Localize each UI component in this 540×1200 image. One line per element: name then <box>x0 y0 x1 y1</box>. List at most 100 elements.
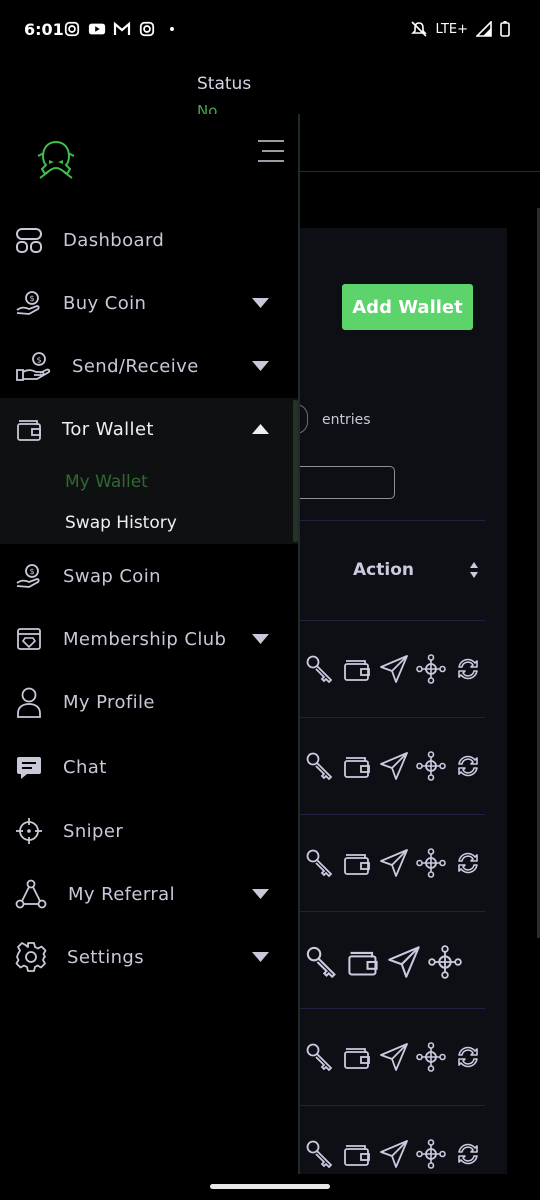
submenu-item-swap-history[interactable]: Swap History <box>65 513 177 533</box>
referral-icon <box>15 879 47 909</box>
table-divider <box>300 717 485 718</box>
menu-item-my-referral[interactable]: My Referral <box>0 867 298 921</box>
navigation-bar <box>0 1174 540 1200</box>
table-divider <box>300 1105 485 1106</box>
submenu-item-my-wallet[interactable]: My Wallet <box>65 472 148 492</box>
dot-icon <box>170 27 174 31</box>
svg-text:$: $ <box>30 567 35 576</box>
swap-coin-icon: $ <box>16 564 40 588</box>
menu-item-send-receive[interactable]: $ Send/Receive <box>0 339 298 393</box>
chevron-down-icon <box>252 952 269 962</box>
menu-label: Swap Coin <box>63 565 161 587</box>
home-gesture-handle[interactable] <box>210 1184 330 1189</box>
swap-icon[interactable] <box>453 848 483 882</box>
wallet-icon <box>17 420 41 441</box>
menu-item-chat[interactable]: Chat <box>0 740 298 794</box>
chevron-up-icon <box>252 424 269 434</box>
menu-label: Dashboard <box>63 229 165 251</box>
buy-coin-icon: $ <box>16 291 40 315</box>
swap-icon[interactable] <box>453 1042 483 1076</box>
key-icon[interactable] <box>305 1042 335 1076</box>
key-icon[interactable] <box>305 654 335 688</box>
key-icon[interactable] <box>305 848 335 882</box>
wallet-icon[interactable] <box>342 1139 372 1173</box>
send-icon[interactable] <box>379 1042 409 1076</box>
profile-icon <box>17 687 41 718</box>
network-icon[interactable] <box>416 751 446 785</box>
swap-icon[interactable] <box>453 1139 483 1173</box>
youtube-icon <box>88 23 106 35</box>
table-divider <box>300 520 485 521</box>
send-icon[interactable] <box>379 1139 409 1173</box>
send-icon[interactable] <box>387 945 421 983</box>
menu-label: Buy Coin <box>63 292 147 314</box>
chevron-down-icon <box>252 889 269 899</box>
table-divider <box>300 1008 485 1009</box>
action-column-header[interactable]: Action <box>353 560 414 580</box>
swap-icon[interactable] <box>453 751 483 785</box>
key-icon[interactable] <box>305 1139 335 1173</box>
send-icon[interactable] <box>379 848 409 882</box>
menu-item-settings[interactable]: Settings <box>0 930 298 984</box>
swap-icon[interactable] <box>453 654 483 688</box>
table-search-input[interactable] <box>286 466 395 499</box>
network-label: LTE+ <box>435 21 469 37</box>
hamburger-icon[interactable] <box>256 138 286 164</box>
svg-text:$: $ <box>37 356 42 365</box>
instagram-icon <box>64 21 80 37</box>
table-row-actions <box>305 848 483 882</box>
side-drawer: Dashboard $ Buy Coin $ Send/Receive Tor … <box>0 114 300 1174</box>
menu-item-tor-wallet[interactable]: Tor Wallet <box>0 402 298 456</box>
menu-label: Chat <box>63 756 107 778</box>
gear-icon <box>15 942 47 972</box>
wallet-icon[interactable] <box>346 945 380 983</box>
system-icons: LTE+ <box>410 20 511 38</box>
wallet-card <box>300 228 507 1174</box>
network-icon[interactable] <box>428 945 462 983</box>
table-row-actions <box>305 1042 483 1076</box>
header-divider <box>300 171 540 172</box>
menu-item-buy-coin[interactable]: $ Buy Coin <box>0 276 298 330</box>
network-icon[interactable] <box>416 1139 446 1173</box>
menu-item-sniper[interactable]: Sniper <box>0 804 298 858</box>
table-row-actions <box>305 654 483 688</box>
status-label: Status <box>197 74 252 94</box>
chat-icon <box>17 757 41 779</box>
chevron-down-icon <box>252 634 269 644</box>
dashboard-icon <box>16 228 42 253</box>
send-icon[interactable] <box>379 654 409 688</box>
menu-item-membership-club[interactable]: Membership Club <box>0 612 298 666</box>
menu-label: Membership Club <box>63 628 227 650</box>
wallet-icon[interactable] <box>342 654 372 688</box>
network-icon[interactable] <box>416 1042 446 1076</box>
entries-label: entries <box>322 412 371 428</box>
gmail-icon <box>113 21 131 35</box>
menu-item-swap-coin[interactable]: $ Swap Coin <box>0 549 298 603</box>
add-wallet-button[interactable]: Add Wallet <box>342 284 473 330</box>
network-icon[interactable] <box>416 654 446 688</box>
crosshair-icon <box>16 818 42 844</box>
key-icon[interactable] <box>305 945 339 983</box>
menu-item-my-profile[interactable]: My Profile <box>0 675 298 729</box>
menu-label: Sniper <box>63 820 124 842</box>
sort-icon[interactable] <box>469 561 479 579</box>
wallet-icon[interactable] <box>342 751 372 785</box>
svg-text:$: $ <box>30 294 35 303</box>
wallet-icon[interactable] <box>342 1042 372 1076</box>
instagram-icon <box>139 21 155 37</box>
table-row-actions <box>305 945 462 983</box>
table-divider <box>300 814 485 815</box>
chevron-down-icon <box>252 361 269 371</box>
signal-icon <box>476 21 492 37</box>
table-row-actions <box>305 751 483 785</box>
menu-label: My Profile <box>63 691 155 713</box>
menu-item-dashboard[interactable]: Dashboard <box>0 213 298 267</box>
table-divider <box>300 911 485 912</box>
network-icon[interactable] <box>416 848 446 882</box>
send-icon[interactable] <box>379 751 409 785</box>
key-icon[interactable] <box>305 751 335 785</box>
chevron-down-icon <box>252 298 269 308</box>
battery-icon <box>500 21 510 37</box>
menu-label: My Referral <box>68 883 176 905</box>
wallet-icon[interactable] <box>342 848 372 882</box>
